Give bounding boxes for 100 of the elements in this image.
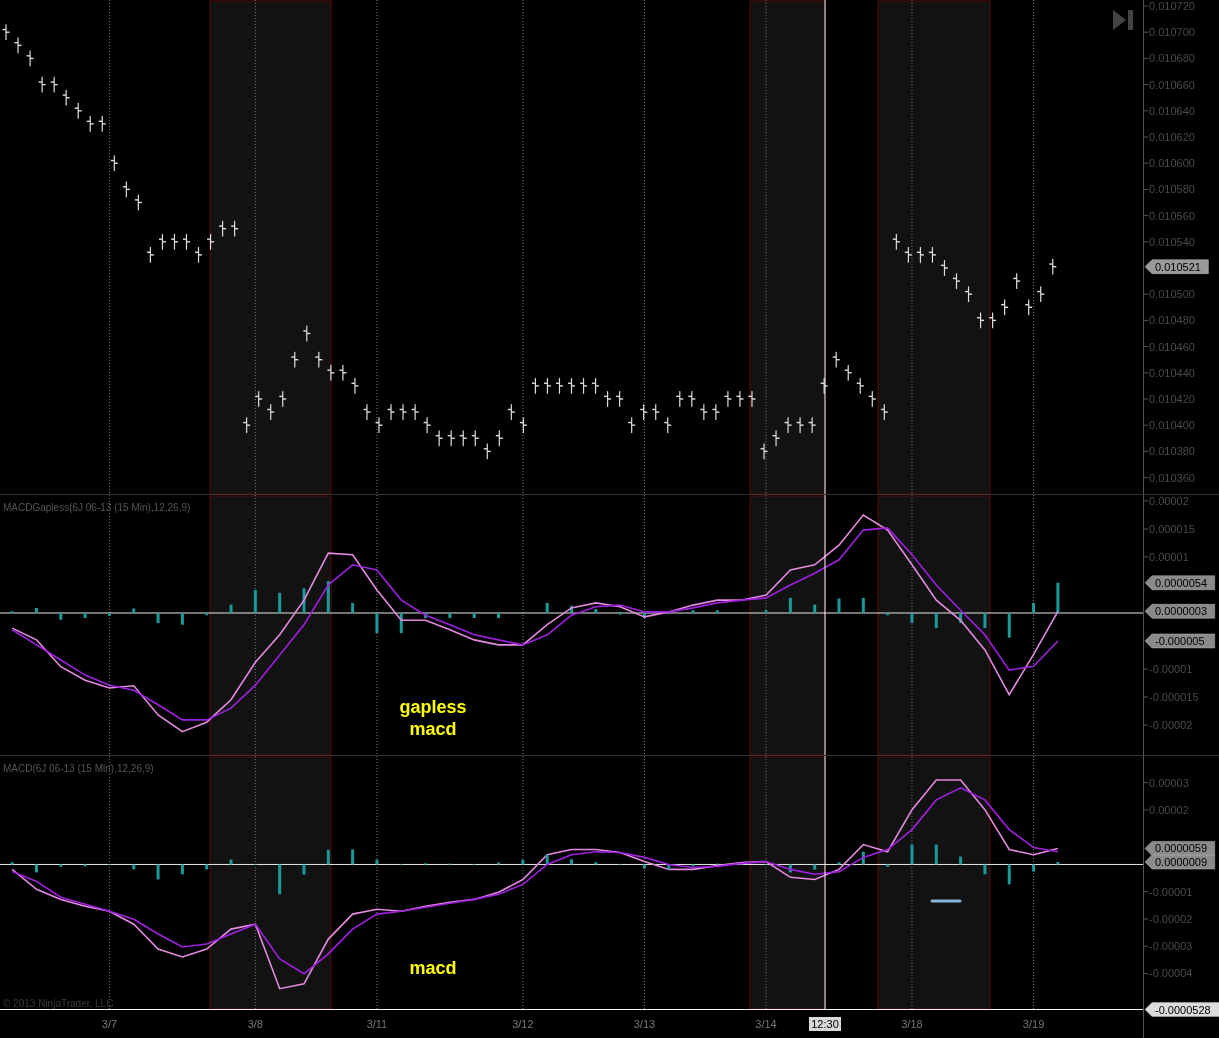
price-bar — [808, 417, 816, 434]
price-bar — [62, 89, 70, 106]
date-label: 3/11 — [366, 1018, 388, 1030]
price-bar — [1013, 273, 1021, 289]
price-bar — [543, 378, 551, 394]
axis-label: 0.010500 — [1149, 288, 1195, 301]
price-bar — [243, 417, 251, 434]
price-bar — [1037, 286, 1045, 303]
price-bar — [507, 404, 515, 420]
date-label: 3/13 — [633, 1018, 656, 1030]
value-tag: 0.0000054 — [1144, 575, 1215, 590]
price-bar — [122, 181, 130, 198]
price-bar — [74, 102, 82, 119]
price-bar — [351, 378, 359, 394]
axis-label: -0.00002 — [1149, 719, 1193, 731]
price-bar — [676, 391, 684, 407]
value-tag: 0.0000009 — [1144, 854, 1215, 870]
date-label: 3/19 — [1022, 1018, 1045, 1030]
price-bar — [604, 391, 612, 407]
price-bar — [303, 325, 311, 342]
price-bar — [495, 430, 503, 447]
price-bar — [363, 404, 371, 420]
price-bar — [724, 391, 732, 407]
axis-label: 0.00001 — [1149, 551, 1189, 563]
axis-label: -0.000015 — [1149, 691, 1199, 703]
axis-label: 0.010360 — [1149, 471, 1195, 484]
axis-label: 0.010540 — [1149, 235, 1195, 248]
price-bar — [423, 417, 431, 434]
value-tag: 0.0000059 — [1144, 841, 1215, 856]
price-bar — [1001, 299, 1009, 316]
drawn-line — [930, 899, 962, 903]
price-bar — [14, 37, 22, 54]
axis-label: 0.010620 — [1149, 131, 1195, 143]
price-bar — [207, 233, 215, 250]
price-bar — [339, 364, 347, 381]
crosshair-tag: -0.0000528 — [1144, 1002, 1219, 1017]
axis-label: 0.010420 — [1149, 393, 1195, 405]
price-bar — [483, 443, 491, 460]
price-bar — [255, 391, 263, 407]
price-bar — [519, 417, 527, 434]
price-bar — [411, 404, 419, 420]
price-bar — [832, 351, 840, 368]
axis-label: 0.00002 — [1149, 803, 1189, 816]
price-bar — [435, 430, 443, 447]
indicator-title: MACDGapless(6J 06-13 (15 Min),12,26,9) — [3, 502, 191, 513]
price-bar — [965, 286, 973, 303]
axis-label: 0.010680 — [1149, 52, 1195, 65]
value-tag: 0.0000003 — [1144, 604, 1215, 619]
value-tag: -0.000005 — [1144, 633, 1215, 649]
price-bar — [977, 312, 985, 329]
axis-label: 0.010720 — [1149, 0, 1195, 13]
price-bar — [219, 220, 227, 237]
chart-annotation: gapless macd — [398, 696, 468, 740]
price-bar — [471, 430, 479, 447]
price-bar — [640, 404, 648, 420]
price-bar — [315, 351, 323, 368]
price-bar — [399, 404, 407, 420]
price-bar — [279, 391, 287, 407]
price-bar — [904, 247, 912, 263]
price-bar — [928, 247, 936, 263]
price-bar — [459, 430, 467, 447]
axis-label: 0.000015 — [1149, 523, 1195, 535]
price-bar — [664, 417, 672, 434]
price-bar — [110, 155, 118, 172]
price-bar — [592, 378, 600, 394]
price-bar — [844, 364, 852, 381]
price-bar — [989, 312, 997, 329]
axis-label: 0.010440 — [1149, 366, 1195, 379]
date-label: 3/18 — [901, 1018, 923, 1030]
price-bar — [1049, 258, 1057, 275]
price-bar — [688, 391, 696, 407]
axis-label: 0.010580 — [1149, 183, 1195, 196]
price-bar — [916, 247, 924, 263]
axis-label: 0.00002 — [1149, 495, 1189, 507]
price-bar — [580, 378, 588, 394]
price-bar — [892, 233, 900, 250]
axis-label: 0.010640 — [1149, 104, 1195, 117]
date-label: 3/8 — [247, 1018, 263, 1030]
price-bar — [86, 116, 94, 132]
price-bar — [652, 404, 660, 420]
price-bar — [784, 417, 792, 434]
date-label: 3/14 — [755, 1018, 777, 1030]
skip-to-end-icon[interactable] — [1113, 10, 1133, 30]
price-bar — [1025, 299, 1033, 316]
axis-label: 0.010380 — [1149, 445, 1195, 458]
price-bar — [98, 116, 106, 132]
price-bar — [375, 417, 383, 434]
price-bar — [38, 76, 46, 93]
price-bar — [796, 417, 804, 434]
price-bar — [868, 391, 876, 407]
price-bar — [387, 404, 395, 420]
axis-label: 0.00003 — [1149, 776, 1189, 789]
axis-label: -0.00001 — [1149, 663, 1193, 675]
axis-label: 0.010600 — [1149, 157, 1195, 170]
price-bar — [267, 404, 275, 420]
axis-label: 0.010460 — [1149, 340, 1195, 353]
axis-label: -0.00003 — [1149, 940, 1193, 953]
price-bar — [760, 443, 768, 460]
axis-label: -0.00001 — [1149, 885, 1193, 898]
price-bar — [158, 233, 166, 250]
